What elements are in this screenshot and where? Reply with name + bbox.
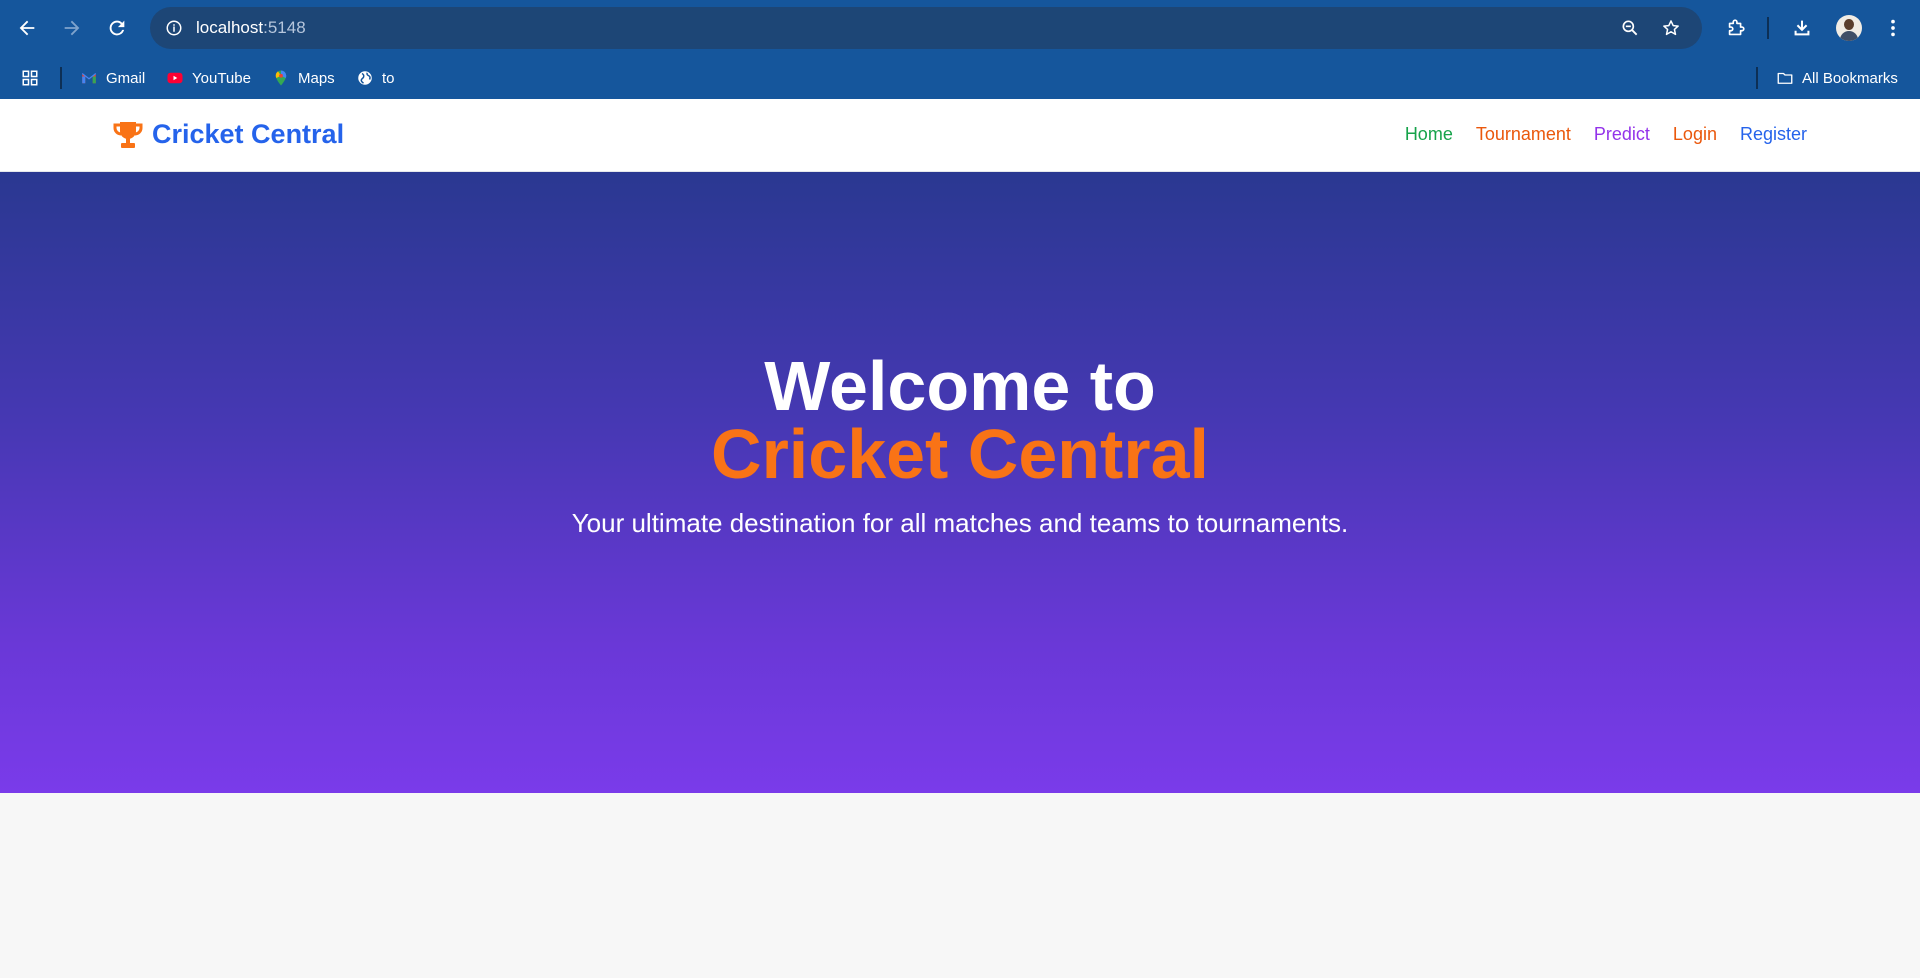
avatar-head — [1844, 19, 1854, 30]
hero-title-line1: Welcome to — [764, 347, 1156, 425]
hero-section: Welcome to Cricket Central Your ultimate… — [0, 172, 1920, 793]
site-info-button[interactable] — [160, 14, 188, 42]
address-bar[interactable]: localhost:5148 — [150, 7, 1702, 49]
maps-icon — [275, 70, 287, 86]
reload-button[interactable] — [99, 10, 135, 46]
bookmarks-bar: Gmail YouTube Maps to All Bookmarks — [0, 56, 1920, 99]
hero-subtitle: Your ultimate destination for all matche… — [571, 508, 1349, 538]
apps-grid-icon — [22, 70, 38, 86]
bookmarks-divider — [60, 67, 62, 89]
info-icon — [166, 20, 182, 36]
bookmark-label: to — [382, 69, 395, 87]
kebab-menu-icon — [1891, 19, 1895, 37]
bookmarks-divider — [1756, 67, 1758, 89]
url-port: :5148 — [263, 18, 306, 37]
all-bookmarks-label: All Bookmarks — [1802, 69, 1898, 87]
back-arrow-icon — [19, 20, 35, 36]
bookmark-label: YouTube — [192, 69, 251, 87]
all-bookmarks-button[interactable]: All Bookmarks — [1776, 64, 1898, 92]
youtube-icon — [167, 72, 183, 84]
trophy-icon — [113, 121, 143, 148]
browser-chrome: localhost:5148 Gmail YouTube Maps to All… — [0, 0, 1920, 99]
url-host: localhost — [196, 18, 264, 37]
hero-title: Welcome to Cricket Central — [0, 347, 1920, 493]
url-text[interactable]: localhost:5148 — [196, 18, 306, 38]
brand-name: Cricket Central — [152, 119, 345, 149]
bookmark-star-button[interactable] — [1657, 14, 1685, 42]
browser-toolbar: localhost:5148 — [0, 0, 1920, 56]
zoom-out-icon — [1622, 20, 1638, 36]
bookmark-to[interactable]: to — [356, 64, 395, 92]
gmail-icon — [81, 73, 97, 84]
puzzle-icon — [1728, 19, 1745, 36]
page-content-area — [0, 793, 1920, 978]
toolbar-divider — [1767, 17, 1769, 39]
reload-icon — [109, 20, 125, 36]
nav-link-home[interactable]: Home — [1405, 124, 1453, 145]
extensions-button[interactable] — [1718, 10, 1754, 46]
folder-icon — [1777, 72, 1793, 84]
bookmark-label: Gmail — [106, 69, 146, 87]
app-navbar: Cricket Central Home Tournament Predict … — [0, 99, 1920, 172]
nav-link-register[interactable]: Register — [1740, 124, 1807, 145]
back-button[interactable] — [9, 10, 45, 46]
globe-icon — [358, 71, 372, 85]
nav-link-login[interactable]: Login — [1673, 124, 1717, 145]
brand-logo[interactable]: Cricket Central — [112, 119, 344, 150]
download-icon — [1794, 20, 1810, 36]
nav-links: Home Tournament Predict Login Register — [1405, 124, 1807, 145]
zoom-button[interactable] — [1616, 14, 1644, 42]
nav-link-predict[interactable]: Predict — [1594, 124, 1650, 145]
avatar-shoulders — [1840, 31, 1858, 41]
forward-arrow-icon — [64, 20, 80, 36]
hero-title-highlight: Cricket Central — [711, 415, 1209, 493]
bookmark-label: Maps — [298, 69, 335, 87]
bookmark-youtube[interactable]: YouTube — [166, 64, 251, 92]
profile-avatar[interactable] — [1836, 15, 1862, 41]
apps-button[interactable] — [21, 64, 39, 92]
browser-menu-button[interactable] — [1875, 10, 1911, 46]
forward-button[interactable] — [54, 10, 90, 46]
nav-link-tournament[interactable]: Tournament — [1476, 124, 1571, 145]
downloads-button[interactable] — [1784, 10, 1820, 46]
bookmark-gmail[interactable]: Gmail — [80, 64, 145, 92]
bookmark-maps[interactable]: Maps — [272, 64, 335, 92]
star-icon — [1663, 20, 1679, 36]
